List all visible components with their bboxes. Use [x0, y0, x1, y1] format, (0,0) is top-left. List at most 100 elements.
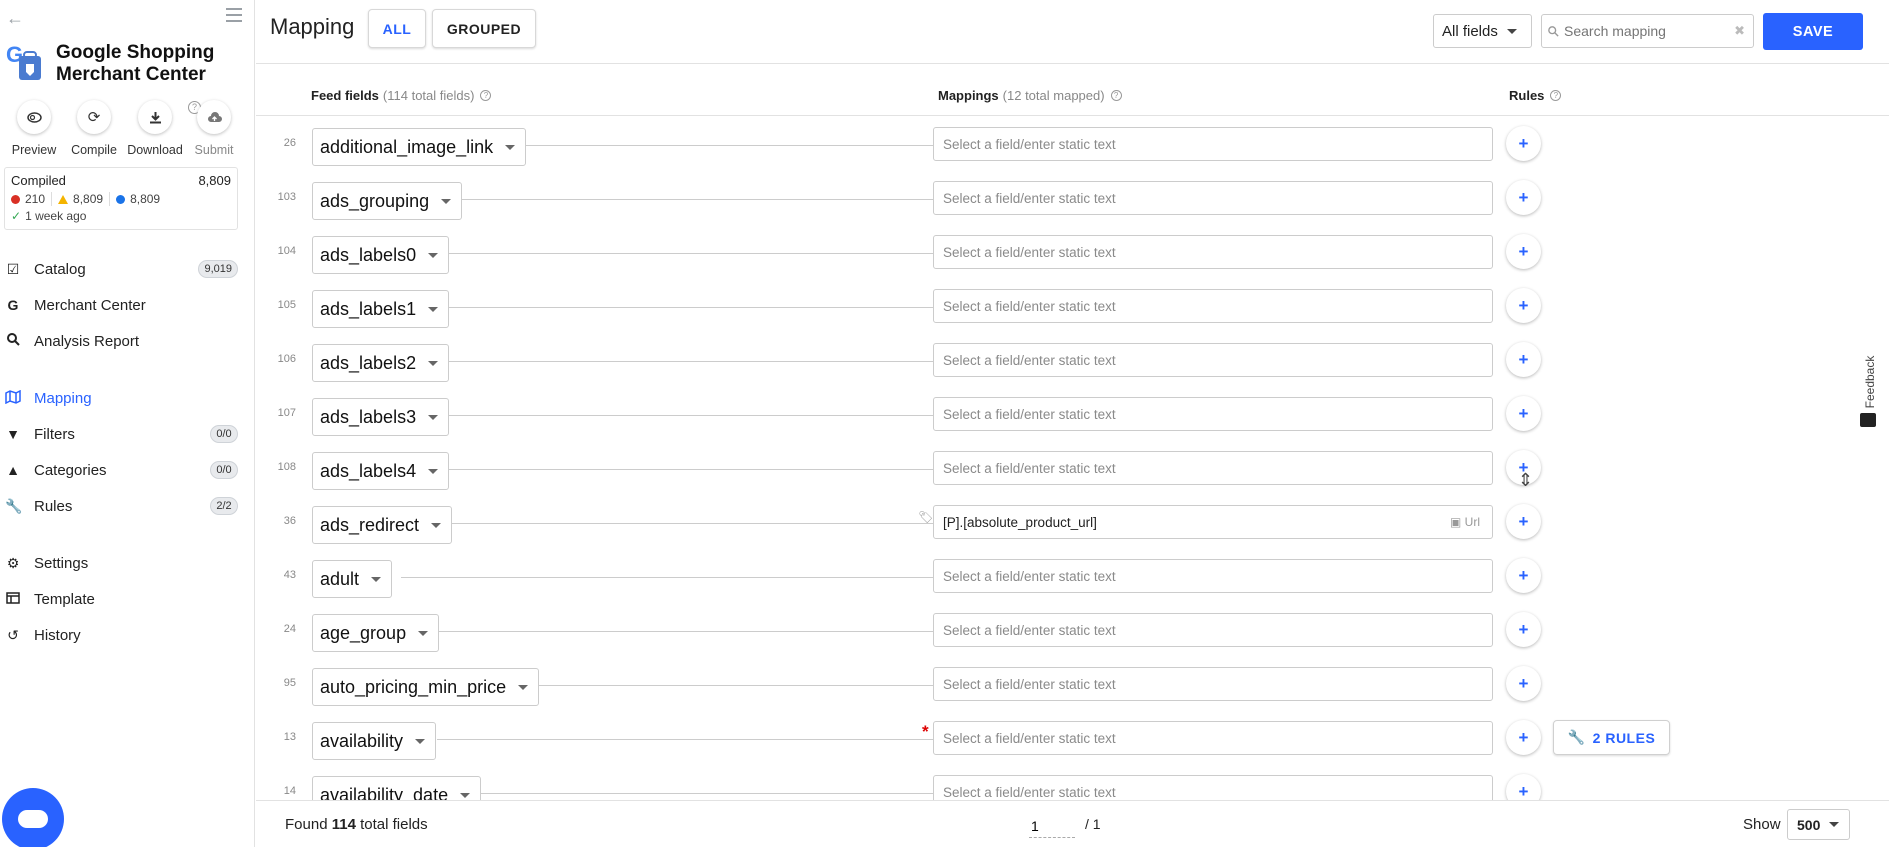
- search-input[interactable]: [1564, 23, 1724, 39]
- field-index: 105: [277, 299, 296, 311]
- add-rule-button[interactable]: +: [1506, 666, 1541, 701]
- mappings-title: Mappings: [938, 88, 999, 103]
- fields-filter-dropdown[interactable]: All fields: [1433, 14, 1532, 48]
- mapping-input[interactable]: Select a field/enter static text: [933, 667, 1493, 701]
- add-rule-button[interactable]: +: [1506, 504, 1541, 539]
- feed-field-name: ads_labels0: [320, 244, 417, 265]
- found-count: Found 114 total fields: [285, 816, 428, 833]
- mapping-input[interactable]: Select a field/enter static text: [933, 613, 1493, 647]
- add-rule-button[interactable]: +: [1506, 558, 1541, 593]
- chevron-down-icon: [460, 792, 471, 798]
- tab-all[interactable]: ALL: [368, 9, 426, 48]
- compile-button[interactable]: ⟳ Compile: [66, 100, 122, 157]
- search-mapping[interactable]: ✖: [1541, 14, 1754, 48]
- add-rule-button[interactable]: +: [1506, 342, 1541, 377]
- preview-button[interactable]: Preview: [6, 100, 62, 157]
- connector-line: [472, 793, 933, 794]
- feed-field-dropdown[interactable]: ads_redirect: [312, 506, 453, 544]
- mapping-input[interactable]: Select a field/enter static text: [933, 397, 1493, 431]
- mapping-input[interactable]: [P].[absolute_product_url] ▣ Url: [933, 505, 1493, 539]
- feedback-tab[interactable]: Feedback: [1856, 345, 1880, 435]
- feed-field-dropdown[interactable]: availability: [312, 722, 437, 760]
- chevron-down-icon: [1506, 28, 1517, 34]
- submit-button[interactable]: Submit: [186, 100, 242, 157]
- feed-field-dropdown[interactable]: adult: [312, 560, 393, 598]
- mapping-list: 26 additional_image_link Select a field/en…: [256, 116, 1889, 800]
- mapping-input[interactable]: Select a field/enter static text: [933, 289, 1493, 323]
- chevron-down-icon: [505, 144, 516, 150]
- sidebar-item-analysis-report[interactable]: Analysis Report: [0, 326, 244, 356]
- compile-status-card[interactable]: Compiled 8,809 210 8,809 8,809 ✓ 1 week a…: [4, 167, 238, 230]
- add-rule-button[interactable]: +: [1506, 288, 1541, 323]
- mapping-row: 108 ads_labels4 Select a field/enter stati…: [256, 440, 1889, 494]
- show-label: Show: [1743, 816, 1781, 833]
- sidebar-item-merchant-center[interactable]: G Merchant Center: [0, 290, 244, 320]
- add-rule-button[interactable]: +: [1506, 126, 1541, 161]
- chevron-down-icon: [428, 306, 439, 312]
- add-rule-button[interactable]: +: [1506, 612, 1541, 647]
- tab-grouped[interactable]: GROUPED: [432, 9, 536, 48]
- add-rule-button[interactable]: +: [1506, 774, 1541, 800]
- sidebar-item-categories[interactable]: ▲ Categories 0/0: [0, 455, 244, 485]
- feed-field-dropdown[interactable]: age_group: [312, 614, 440, 652]
- sidebar-item-rules[interactable]: 🔧 Rules 2/2: [0, 491, 244, 521]
- plus-icon: +: [1518, 349, 1529, 369]
- hamburger-menu-icon[interactable]: [226, 8, 242, 22]
- help-icon[interactable]: ?: [480, 90, 492, 101]
- chevron-down-icon: [428, 252, 439, 258]
- google-shopping-logo-icon: G: [6, 42, 41, 80]
- compile-label: Compile: [71, 143, 117, 157]
- connector-line: [441, 415, 933, 416]
- brand-title: Google Shopping Merchant Center: [56, 42, 215, 85]
- sidebar-item-history[interactable]: ↺ History: [0, 620, 244, 650]
- feed-field-dropdown[interactable]: ads_labels1: [312, 290, 450, 328]
- add-rule-button[interactable]: +: [1506, 234, 1541, 269]
- mapping-placeholder: Select a field/enter static text: [943, 622, 1116, 638]
- mapping-input[interactable]: Select a field/enter static text: [933, 775, 1493, 800]
- mapping-input[interactable]: Select a field/enter static text: [933, 181, 1493, 215]
- sidebar-item-filters[interactable]: ▼ Filters 0/0: [0, 419, 244, 449]
- add-rule-button[interactable]: +: [1506, 720, 1541, 755]
- download-button[interactable]: Download: [127, 100, 183, 157]
- feed-field-dropdown[interactable]: ads_labels4: [312, 452, 450, 490]
- add-rule-button[interactable]: +: [1506, 180, 1541, 215]
- mapping-input[interactable]: Select a field/enter static text: [933, 451, 1493, 485]
- chevron-down-icon: [418, 630, 429, 636]
- chat-widget-button[interactable]: [2, 788, 64, 847]
- add-rule-button[interactable]: +: [1506, 396, 1541, 431]
- mapping-input[interactable]: Select a field/enter static text: [933, 235, 1493, 269]
- rules-button[interactable]: 🔧 2 RULES: [1553, 720, 1670, 755]
- sidebar-item-settings[interactable]: ⚙ Settings: [0, 548, 244, 578]
- connector-line: [441, 307, 933, 308]
- feed-field-dropdown[interactable]: additional_image_link: [312, 128, 527, 166]
- feed-field-dropdown[interactable]: ads_labels3: [312, 398, 450, 436]
- page-number-input[interactable]: [1029, 814, 1075, 838]
- compile-time: ✓ 1 week ago: [11, 209, 231, 223]
- page-size-select[interactable]: 500: [1787, 809, 1850, 840]
- feed-field-dropdown[interactable]: ads_grouping: [312, 182, 463, 220]
- sidebar-item-mapping[interactable]: Mapping: [0, 383, 244, 413]
- help-icon[interactable]: ?: [1110, 90, 1122, 101]
- feed-field-dropdown[interactable]: auto_pricing_min_price: [312, 668, 540, 706]
- mapping-input[interactable]: Select a field/enter static text: [933, 559, 1493, 593]
- back-arrow-icon[interactable]: ←: [6, 8, 24, 29]
- help-icon[interactable]: ?: [1550, 90, 1562, 101]
- sidebar-item-catalog[interactable]: ☑ Catalog 9,019: [0, 254, 244, 284]
- feed-field-dropdown[interactable]: availability_date: [312, 776, 482, 800]
- feed-field-dropdown[interactable]: ads_labels2: [312, 344, 450, 382]
- page-title: Mapping: [270, 14, 355, 39]
- plus-icon: +: [1518, 403, 1529, 423]
- mapping-input[interactable]: Select a field/enter static text: [933, 127, 1493, 161]
- save-button[interactable]: SAVE: [1763, 13, 1863, 50]
- sidebar-item-label: Catalog: [34, 260, 86, 278]
- sidebar-item-template[interactable]: Template: [0, 584, 244, 614]
- search-icon: [5, 333, 21, 349]
- field-index: 26: [283, 137, 296, 149]
- compile-time-label: 1 week ago: [25, 209, 87, 223]
- field-index: 103: [277, 191, 296, 203]
- mapping-input[interactable]: Select a field/enter static text: [933, 721, 1493, 755]
- clear-search-icon[interactable]: ✖: [1734, 23, 1745, 39]
- feedback-label: Feedback: [1863, 355, 1877, 409]
- feed-field-dropdown[interactable]: ads_labels0: [312, 236, 450, 274]
- mapping-input[interactable]: Select a field/enter static text: [933, 343, 1493, 377]
